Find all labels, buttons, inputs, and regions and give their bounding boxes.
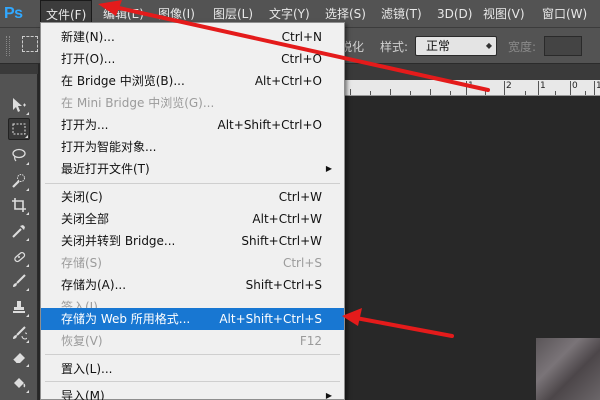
lasso-icon[interactable]: [8, 144, 30, 166]
menu-item-save[interactable]: 存储(S) Ctrl+S: [41, 252, 344, 274]
ruler-tick: [350, 89, 351, 95]
toolpanel-header[interactable]: [0, 64, 38, 74]
menu-item-label: 存储(S): [61, 256, 102, 270]
menu-item-open-smart-object[interactable]: 打开为智能对象...: [41, 136, 344, 158]
menu-item-shortcut: Alt+Shift+Ctrl+S: [219, 312, 322, 326]
menu-separator: [45, 354, 340, 355]
menu-item-save-as[interactable]: 存储为(A)... Shift+Ctrl+S: [41, 274, 344, 296]
ruler-tick: [594, 81, 595, 95]
ruler-tick: [585, 91, 586, 95]
marquee-preset-icon[interactable]: [22, 36, 38, 52]
menu-item-label: 在 Mini Bridge 中浏览(G)...: [61, 96, 215, 110]
menu-item-close-go-bridge[interactable]: 关闭并转到 Bridge... Shift+Ctrl+W: [41, 230, 344, 252]
menu-item-import[interactable]: 导入(M) ▶: [41, 385, 344, 400]
ruler-tick: [410, 91, 411, 95]
ruler-tick: [485, 91, 486, 95]
menu-item-label: 打开为...: [61, 118, 109, 132]
menu-item-browse-bridge[interactable]: 在 Bridge 中浏览(B)... Alt+Ctrl+O: [41, 70, 344, 92]
menu-item-label: 打开为智能对象...: [61, 140, 157, 154]
menu-item-shortcut: Ctrl+W: [278, 190, 322, 204]
menu-item-shortcut: F12: [299, 334, 322, 348]
menu-separator: [45, 183, 340, 184]
document-canvas[interactable]: [536, 338, 600, 400]
tool-panel: [0, 74, 38, 400]
paint-bucket-icon[interactable]: [8, 372, 30, 394]
ruler-label: 1: [540, 81, 546, 91]
menu-item-shortcut: Shift+Ctrl+S: [245, 278, 322, 292]
ruler-label: 1: [468, 81, 474, 91]
menu-item-close-all[interactable]: 关闭全部 Alt+Ctrl+W: [41, 208, 344, 230]
eyedropper-icon[interactable]: [8, 220, 30, 242]
style-label: 样式:: [380, 40, 409, 54]
options-grip[interactable]: [6, 36, 10, 56]
ruler-tick: [570, 81, 571, 95]
menu-item-browse-mini-bridge[interactable]: 在 Mini Bridge 中浏览(G)...: [41, 92, 344, 114]
quick-select-icon[interactable]: [8, 170, 30, 192]
menu-item-shortcut: Ctrl+N: [281, 30, 322, 44]
menu-item-revert[interactable]: 恢复(V) F12: [41, 330, 344, 352]
file-menu-dropdown: 新建(N)... Ctrl+N 打开(O)... Ctrl+O 在 Bridge…: [40, 22, 345, 400]
ruler-tick: [450, 91, 451, 95]
menu-window[interactable]: 窗口(W): [537, 0, 592, 28]
photoshop-logo: Ps: [4, 5, 23, 22]
ruler-tick: [538, 81, 539, 95]
style-select-value: 正常: [426, 39, 451, 53]
ruler-tick: [466, 81, 467, 95]
menu-item-shortcut: Alt+Ctrl+W: [252, 212, 322, 226]
menu-item-open[interactable]: 打开(O)... Ctrl+O: [41, 48, 344, 70]
menu-item-label: 最近打开文件(T): [61, 162, 150, 176]
menu-item-label: 关闭全部: [61, 212, 110, 226]
ruler-label: 2: [506, 81, 512, 91]
history-brush-icon[interactable]: [8, 322, 30, 344]
menu-item-recent-files[interactable]: 最近打开文件(T) ▶: [41, 158, 344, 180]
menu-item-shortcut: Ctrl+S: [282, 256, 322, 270]
width-label: 宽度:: [508, 40, 537, 54]
move-icon[interactable]: [8, 94, 30, 116]
horizontal-ruler: 1 2 1 0 1: [340, 80, 600, 96]
submenu-arrow-icon: ▶: [325, 164, 332, 173]
menu-item-close[interactable]: 关闭(C) Ctrl+W: [41, 186, 344, 208]
ruler-tick: [370, 91, 371, 95]
menu-item-open-as[interactable]: 打开为... Alt+Shift+Ctrl+O: [41, 114, 344, 136]
menu-item-label: 关闭并转到 Bridge...: [61, 234, 176, 248]
menu-item-new[interactable]: 新建(N)... Ctrl+N: [41, 26, 344, 48]
clone-stamp-icon[interactable]: [8, 296, 30, 318]
ruler-tick: [555, 91, 556, 95]
ruler-tick: [504, 81, 505, 95]
menu-item-label: 打开(O)...: [61, 52, 116, 66]
menu-3d[interactable]: 3D(D): [432, 0, 477, 28]
menu-item-label: 存储为(A)...: [61, 278, 127, 292]
updown-arrow-icon: ◆: [485, 41, 492, 50]
menu-view[interactable]: 视图(V): [478, 0, 530, 28]
ruler-tick: [430, 89, 431, 95]
menu-separator: [45, 381, 340, 382]
menu-item-label: 新建(N)...: [61, 30, 115, 44]
submenu-arrow-icon: ▶: [325, 391, 332, 400]
menu-item-shortcut: Ctrl+O: [281, 52, 322, 66]
menu-item-shortcut: Alt+Shift+Ctrl+O: [217, 118, 322, 132]
menu-item-label: 置入(L)...: [61, 362, 113, 376]
menu-item-save-for-web[interactable]: 存储为 Web 所用格式... Alt+Shift+Ctrl+S: [41, 308, 344, 330]
healing-brush-icon[interactable]: [8, 246, 30, 268]
ruler-label: 1: [596, 81, 600, 91]
menu-item-label: 关闭(C): [61, 190, 103, 204]
ruler-tick: [525, 91, 526, 95]
style-select[interactable]: 正常 ◆: [415, 36, 497, 56]
crop-icon[interactable]: [8, 194, 30, 216]
menu-item-label: 在 Bridge 中浏览(B)...: [61, 74, 185, 88]
menu-item-label: 恢复(V): [61, 334, 103, 348]
menu-item-shortcut: Alt+Ctrl+O: [254, 74, 322, 88]
menu-filter[interactable]: 滤镜(T): [376, 0, 427, 28]
ruler-label: 0: [572, 81, 578, 91]
brush-icon[interactable]: [8, 270, 30, 292]
document-tab-bar: [340, 64, 600, 80]
menu-item-shortcut: Shift+Ctrl+W: [241, 234, 322, 248]
rect-marquee-icon[interactable]: [8, 118, 30, 140]
menu-item-label: 导入(M): [61, 389, 105, 400]
ruler-tick: [390, 89, 391, 95]
menu-item-place[interactable]: 置入(L)...: [41, 358, 344, 380]
eraser-icon[interactable]: [8, 346, 30, 368]
width-input[interactable]: [544, 36, 582, 56]
menu-item-label: 存储为 Web 所用格式...: [61, 312, 191, 326]
